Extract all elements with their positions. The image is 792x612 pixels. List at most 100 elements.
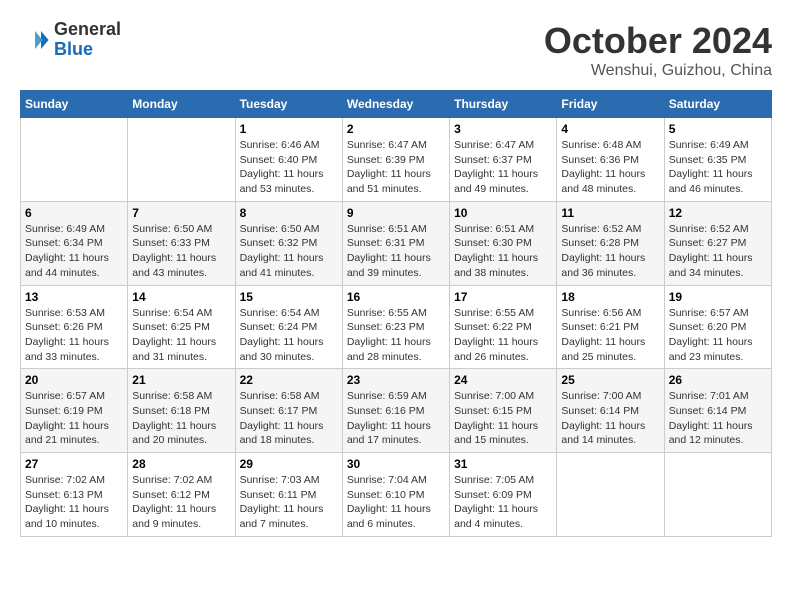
calendar-cell: 25 Sunrise: 7:00 AM Sunset: 6:14 PM Dayli… (557, 369, 664, 453)
day-number: 11 (561, 206, 659, 220)
day-detail: Sunrise: 7:00 AM Sunset: 6:14 PM Dayligh… (561, 389, 659, 448)
day-number: 26 (669, 373, 767, 387)
weekday-header: Thursday (450, 91, 557, 118)
day-detail: Sunrise: 6:55 AM Sunset: 6:23 PM Dayligh… (347, 306, 445, 365)
day-detail: Sunrise: 7:04 AM Sunset: 6:10 PM Dayligh… (347, 473, 445, 532)
day-number: 19 (669, 290, 767, 304)
day-number: 6 (25, 206, 123, 220)
day-number: 4 (561, 122, 659, 136)
day-detail: Sunrise: 6:57 AM Sunset: 6:20 PM Dayligh… (669, 306, 767, 365)
calendar-week-row: 1Sunrise: 6:46 AM Sunset: 6:40 PM Daylig… (21, 118, 772, 202)
calendar-cell: 7 Sunrise: 6:50 AM Sunset: 6:33 PM Daylig… (128, 201, 235, 285)
day-detail: Sunrise: 6:49 AM Sunset: 6:34 PM Dayligh… (25, 222, 123, 281)
day-detail: Sunrise: 7:01 AM Sunset: 6:14 PM Dayligh… (669, 389, 767, 448)
day-number: 10 (454, 206, 552, 220)
day-detail: Sunrise: 6:55 AM Sunset: 6:22 PM Dayligh… (454, 306, 552, 365)
calendar-week-row: 13Sunrise: 6:53 AM Sunset: 6:26 PM Dayli… (21, 285, 772, 369)
day-detail: Sunrise: 6:52 AM Sunset: 6:28 PM Dayligh… (561, 222, 659, 281)
calendar-cell: 5Sunrise: 6:49 AM Sunset: 6:35 PM Daylig… (664, 118, 771, 202)
calendar-cell: 20 Sunrise: 6:57 AM Sunset: 6:19 PM Dayli… (21, 369, 128, 453)
calendar-cell: 3 Sunrise: 6:47 AM Sunset: 6:37 PM Daylig… (450, 118, 557, 202)
calendar-cell: 13Sunrise: 6:53 AM Sunset: 6:26 PM Dayli… (21, 285, 128, 369)
day-detail: Sunrise: 7:00 AM Sunset: 6:15 PM Dayligh… (454, 389, 552, 448)
day-number: 14 (132, 290, 230, 304)
logo: General Blue (20, 20, 121, 60)
calendar-header: SundayMondayTuesdayWednesdayThursdayFrid… (21, 91, 772, 118)
calendar-cell: 18Sunrise: 6:56 AM Sunset: 6:21 PM Dayli… (557, 285, 664, 369)
location: Wenshui, Guizhou, China (544, 62, 772, 80)
calendar-cell: 14 Sunrise: 6:54 AM Sunset: 6:25 PM Dayli… (128, 285, 235, 369)
calendar-body: 1Sunrise: 6:46 AM Sunset: 6:40 PM Daylig… (21, 118, 772, 537)
day-number: 7 (132, 206, 230, 220)
day-detail: Sunrise: 6:50 AM Sunset: 6:33 PM Dayligh… (132, 222, 230, 281)
day-number: 30 (347, 457, 445, 471)
calendar-cell: 17 Sunrise: 6:55 AM Sunset: 6:22 PM Dayli… (450, 285, 557, 369)
day-detail: Sunrise: 7:03 AM Sunset: 6:11 PM Dayligh… (240, 473, 338, 532)
day-number: 13 (25, 290, 123, 304)
calendar-cell (664, 453, 771, 537)
calendar-week-row: 20 Sunrise: 6:57 AM Sunset: 6:19 PM Dayli… (21, 369, 772, 453)
day-detail: Sunrise: 6:54 AM Sunset: 6:25 PM Dayligh… (132, 306, 230, 365)
day-detail: Sunrise: 6:58 AM Sunset: 6:17 PM Dayligh… (240, 389, 338, 448)
calendar-cell: 16 Sunrise: 6:55 AM Sunset: 6:23 PM Dayli… (342, 285, 449, 369)
day-detail: Sunrise: 6:57 AM Sunset: 6:19 PM Dayligh… (25, 389, 123, 448)
logo-icon (20, 25, 50, 55)
title-block: October 2024 Wenshui, Guizhou, China (544, 20, 772, 80)
day-number: 20 (25, 373, 123, 387)
weekday-header: Wednesday (342, 91, 449, 118)
month-title: October 2024 (544, 20, 772, 62)
day-number: 5 (669, 122, 767, 136)
day-number: 16 (347, 290, 445, 304)
calendar-cell: 2Sunrise: 6:47 AM Sunset: 6:39 PM Daylig… (342, 118, 449, 202)
day-number: 21 (132, 373, 230, 387)
day-number: 9 (347, 206, 445, 220)
calendar-cell: 22 Sunrise: 6:58 AM Sunset: 6:17 PM Dayli… (235, 369, 342, 453)
calendar-cell: 21 Sunrise: 6:58 AM Sunset: 6:18 PM Dayli… (128, 369, 235, 453)
day-number: 15 (240, 290, 338, 304)
weekday-header: Saturday (664, 91, 771, 118)
day-number: 27 (25, 457, 123, 471)
day-detail: Sunrise: 6:58 AM Sunset: 6:18 PM Dayligh… (132, 389, 230, 448)
calendar-cell: 8Sunrise: 6:50 AM Sunset: 6:32 PM Daylig… (235, 201, 342, 285)
logo-blue-text: Blue (54, 40, 121, 60)
weekday-header-row: SundayMondayTuesdayWednesdayThursdayFrid… (21, 91, 772, 118)
day-number: 29 (240, 457, 338, 471)
day-number: 18 (561, 290, 659, 304)
calendar-cell: 24 Sunrise: 7:00 AM Sunset: 6:15 PM Dayli… (450, 369, 557, 453)
day-number: 22 (240, 373, 338, 387)
calendar-cell: 4Sunrise: 6:48 AM Sunset: 6:36 PM Daylig… (557, 118, 664, 202)
page-header: General Blue October 2024 Wenshui, Guizh… (20, 20, 772, 80)
weekday-header: Tuesday (235, 91, 342, 118)
calendar-cell: 6 Sunrise: 6:49 AM Sunset: 6:34 PM Daylig… (21, 201, 128, 285)
day-detail: Sunrise: 6:51 AM Sunset: 6:30 PM Dayligh… (454, 222, 552, 281)
day-detail: Sunrise: 6:50 AM Sunset: 6:32 PM Dayligh… (240, 222, 338, 281)
calendar-cell: 28 Sunrise: 7:02 AM Sunset: 6:12 PM Dayli… (128, 453, 235, 537)
calendar-cell: 15Sunrise: 6:54 AM Sunset: 6:24 PM Dayli… (235, 285, 342, 369)
calendar-table: SundayMondayTuesdayWednesdayThursdayFrid… (20, 90, 772, 537)
calendar-cell: 23Sunrise: 6:59 AM Sunset: 6:16 PM Dayli… (342, 369, 449, 453)
day-number: 17 (454, 290, 552, 304)
day-number: 1 (240, 122, 338, 136)
day-number: 12 (669, 206, 767, 220)
calendar-cell (557, 453, 664, 537)
logo-general-text: General (54, 20, 121, 40)
day-number: 28 (132, 457, 230, 471)
day-detail: Sunrise: 7:02 AM Sunset: 6:12 PM Dayligh… (132, 473, 230, 532)
weekday-header: Friday (557, 91, 664, 118)
calendar-cell: 9Sunrise: 6:51 AM Sunset: 6:31 PM Daylig… (342, 201, 449, 285)
calendar-cell: 29 Sunrise: 7:03 AM Sunset: 6:11 PM Dayli… (235, 453, 342, 537)
calendar-cell: 1Sunrise: 6:46 AM Sunset: 6:40 PM Daylig… (235, 118, 342, 202)
calendar-cell: 12 Sunrise: 6:52 AM Sunset: 6:27 PM Dayli… (664, 201, 771, 285)
day-detail: Sunrise: 6:52 AM Sunset: 6:27 PM Dayligh… (669, 222, 767, 281)
day-number: 31 (454, 457, 552, 471)
day-detail: Sunrise: 6:47 AM Sunset: 6:39 PM Dayligh… (347, 138, 445, 197)
day-number: 3 (454, 122, 552, 136)
calendar-week-row: 27 Sunrise: 7:02 AM Sunset: 6:13 PM Dayli… (21, 453, 772, 537)
day-detail: Sunrise: 7:02 AM Sunset: 6:13 PM Dayligh… (25, 473, 123, 532)
day-detail: Sunrise: 6:47 AM Sunset: 6:37 PM Dayligh… (454, 138, 552, 197)
calendar-week-row: 6 Sunrise: 6:49 AM Sunset: 6:34 PM Daylig… (21, 201, 772, 285)
day-number: 24 (454, 373, 552, 387)
day-number: 25 (561, 373, 659, 387)
logo-text: General Blue (54, 20, 121, 60)
calendar-cell: 10 Sunrise: 6:51 AM Sunset: 6:30 PM Dayli… (450, 201, 557, 285)
